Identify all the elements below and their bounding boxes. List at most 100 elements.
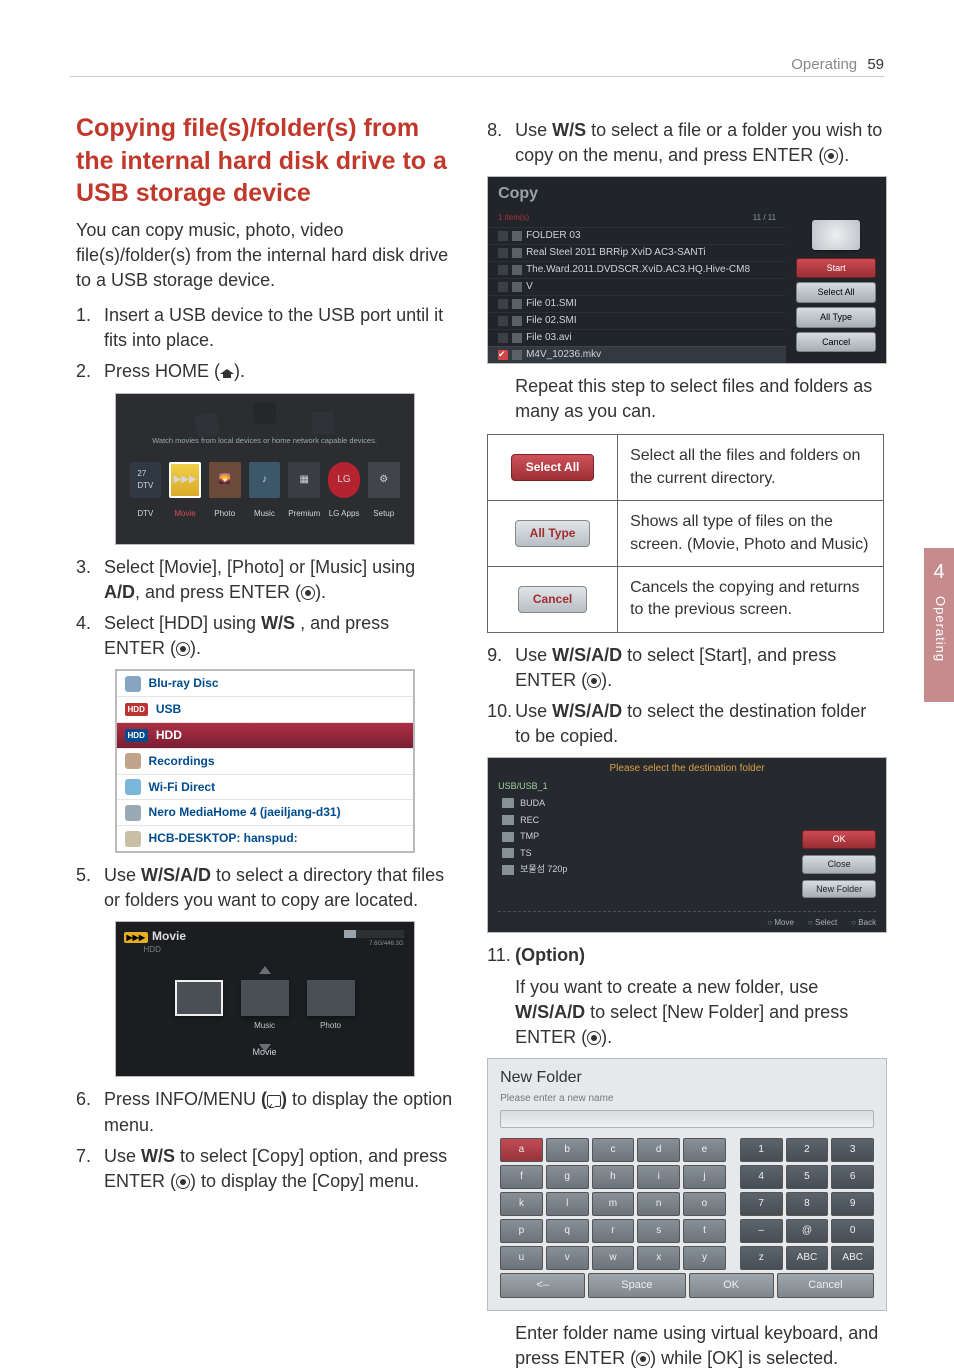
device-row-nero[interactable]: Nero MediaHome 4 (jaeiljang-d31) — [117, 800, 413, 826]
device-row-hcb[interactable]: HCB-DESKTOP: hanspud: — [117, 826, 413, 851]
device-list-screenshot: Blu-ray Disc HDDUSB HDDHDD Recordings Wi… — [115, 669, 415, 853]
kbd-key[interactable]: k — [500, 1192, 543, 1216]
kbd-key[interactable]: 2 — [786, 1138, 829, 1162]
opt-cancel-button[interactable]: Cancel — [518, 586, 587, 613]
copy-file-row[interactable]: The.Ward.2011.DVDSCR.XviD.AC3.HQ.Hive-CM… — [488, 261, 786, 278]
kbd-key[interactable]: 6 — [831, 1165, 874, 1189]
kbd-key[interactable]: – — [740, 1219, 783, 1243]
tile-movie[interactable]: ▶▶▶ — [169, 462, 201, 498]
copy-file-row[interactable]: File 03.avi — [488, 329, 786, 346]
kbd-key[interactable]: 1 — [740, 1138, 783, 1162]
chevron-down-icon[interactable] — [259, 1044, 271, 1052]
kbd-key[interactable]: @ — [786, 1219, 829, 1243]
kbd-key[interactable]: p — [500, 1219, 543, 1243]
kbd-key[interactable]: 3 — [831, 1138, 874, 1162]
movie-hdd-screenshot: ▶▶▶Movie HDD 7.6G/446.3G Movie Music Pho… — [115, 921, 415, 1077]
kbd-ok-button[interactable]: OK — [689, 1273, 774, 1298]
kbd-key[interactable]: i — [637, 1165, 680, 1189]
opt-alltype-button[interactable]: All Type — [515, 520, 591, 547]
kbd-key[interactable]: v — [546, 1246, 589, 1270]
copy-alltype-button[interactable]: All Type — [796, 307, 876, 328]
kbd-key[interactable]: h — [592, 1165, 635, 1189]
copy-file-row[interactable]: Real Steel 2011 BRRip XviD AC3-SANTi — [488, 244, 786, 261]
dest-folder-row[interactable]: BUDA — [488, 795, 886, 812]
kbd-key[interactable]: o — [683, 1192, 726, 1216]
kbd-key[interactable]: g — [546, 1165, 589, 1189]
folder-icon — [502, 848, 514, 858]
device-row-recordings[interactable]: Recordings — [117, 749, 413, 775]
kbd-key[interactable]: q — [546, 1219, 589, 1243]
tile-premium[interactable]: ▦ — [288, 462, 320, 498]
copy-file-row[interactable]: M4V_10236.mkv — [488, 346, 786, 363]
kbd-cancel-button[interactable]: Cancel — [777, 1273, 874, 1298]
kbd-key[interactable]: 7 — [740, 1192, 783, 1216]
checkbox-icon[interactable] — [498, 333, 508, 343]
tile-setup[interactable]: ⚙ — [368, 462, 400, 498]
kbd-key[interactable]: 4 — [740, 1165, 783, 1189]
checkbox-icon[interactable] — [498, 350, 508, 360]
copy-file-row[interactable]: File 01.SMI — [488, 295, 786, 312]
device-row-usb[interactable]: HDDUSB — [117, 697, 413, 723]
copy-file-row[interactable]: V — [488, 278, 786, 295]
thumb-movie[interactable] — [175, 980, 223, 1016]
checkbox-icon[interactable] — [498, 316, 508, 326]
kbd-key[interactable]: 5 — [786, 1165, 829, 1189]
tile-lg-apps[interactable]: LG — [328, 462, 360, 498]
dest-folder-row[interactable]: REC — [488, 812, 886, 829]
dest-newfolder-button[interactable]: New Folder — [802, 880, 876, 899]
device-row-bluray[interactable]: Blu-ray Disc — [117, 671, 413, 697]
kbd-key[interactable]: c — [592, 1138, 635, 1162]
checkbox-icon[interactable] — [498, 282, 508, 292]
kbd-key[interactable]: x — [637, 1246, 680, 1270]
kbd-key[interactable]: y — [683, 1246, 726, 1270]
thumb-photo[interactable] — [307, 980, 355, 1016]
kbd-spacer — [729, 1246, 737, 1270]
kbd-key[interactable]: l — [546, 1192, 589, 1216]
dest-ok-button[interactable]: OK — [802, 830, 876, 849]
opt-selectall-button[interactable]: Select All — [511, 454, 595, 481]
kbd-key[interactable]: 0 — [831, 1219, 874, 1243]
kbd-key[interactable]: t — [683, 1219, 726, 1243]
kbd-key[interactable]: ABC — [786, 1246, 829, 1270]
chevron-up-icon[interactable] — [259, 966, 271, 974]
copy-file-row[interactable]: FOLDER 03 — [488, 227, 786, 244]
copy-file-row[interactable]: File 02.SMI — [488, 312, 786, 329]
copy-selectall-button[interactable]: Select All — [796, 282, 876, 303]
kbd-key[interactable]: r — [592, 1219, 635, 1243]
dest-close-button[interactable]: Close — [802, 855, 876, 874]
kbd-key[interactable]: b — [546, 1138, 589, 1162]
thumb-music[interactable] — [241, 980, 289, 1016]
kbd-key[interactable]: z — [740, 1246, 783, 1270]
kbd-key[interactable]: ABC — [831, 1246, 874, 1270]
kbd-key[interactable]: d — [637, 1138, 680, 1162]
copy-cancel-button[interactable]: Cancel — [796, 332, 876, 353]
tile-dtv[interactable]: 27DTV — [130, 462, 162, 498]
kbd-key[interactable]: u — [500, 1246, 543, 1270]
movie-badge-icon: ▶▶▶ — [124, 932, 148, 943]
udlr-icon: W/S/A/D — [552, 645, 622, 665]
kbd-key[interactable]: n — [637, 1192, 680, 1216]
kbd-title: New Folder — [500, 1067, 874, 1089]
kbd-back-button[interactable]: <– — [500, 1273, 585, 1298]
kbd-key[interactable]: a — [500, 1138, 543, 1162]
kbd-key[interactable]: 9 — [831, 1192, 874, 1216]
checkbox-icon[interactable] — [498, 299, 508, 309]
kbd-key[interactable]: f — [500, 1165, 543, 1189]
checkbox-icon[interactable] — [498, 265, 508, 275]
copy-start-button[interactable]: Start — [796, 258, 876, 279]
device-row-hdd[interactable]: HDDHDD — [117, 723, 413, 749]
kbd-space-button[interactable]: Space — [588, 1273, 685, 1298]
kbd-key[interactable]: e — [683, 1138, 726, 1162]
checkbox-icon[interactable] — [498, 231, 508, 241]
kbd-input[interactable] — [500, 1110, 874, 1128]
tile-music[interactable]: ♪ — [249, 462, 281, 498]
tile-photo[interactable]: 🌄 — [209, 462, 241, 498]
options-table: Select All Select all the files and fold… — [487, 434, 884, 632]
checkbox-icon[interactable] — [498, 248, 508, 258]
kbd-key[interactable]: w — [592, 1246, 635, 1270]
kbd-key[interactable]: m — [592, 1192, 635, 1216]
kbd-key[interactable]: j — [683, 1165, 726, 1189]
device-row-wifi[interactable]: Wi-Fi Direct — [117, 775, 413, 801]
kbd-key[interactable]: 8 — [786, 1192, 829, 1216]
kbd-key[interactable]: s — [637, 1219, 680, 1243]
